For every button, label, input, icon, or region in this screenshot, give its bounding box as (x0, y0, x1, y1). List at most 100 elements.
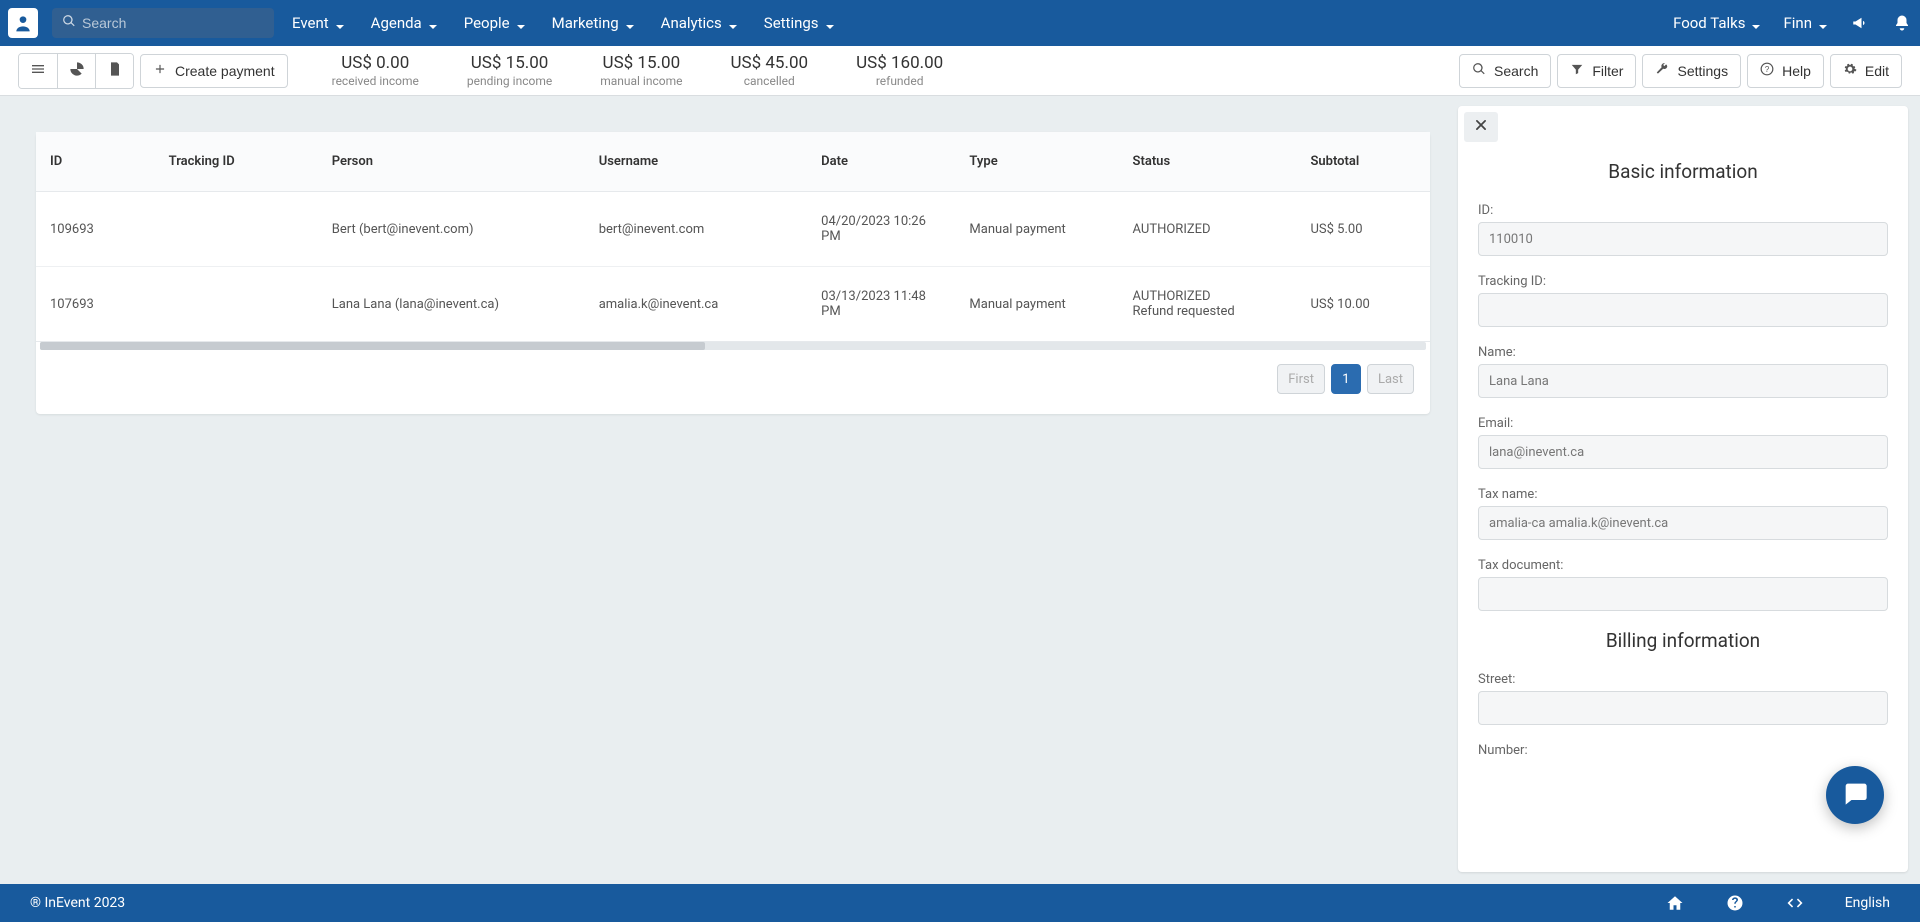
scrollbar-thumb[interactable] (40, 342, 705, 350)
summary-amount: US$ 0.00 (332, 53, 419, 73)
megaphone-icon[interactable] (1850, 13, 1870, 33)
summary-refunded: US$ 160.00 refunded (856, 53, 943, 88)
home-icon[interactable] (1665, 893, 1685, 913)
workspace: ID Tracking ID Person Username Date Type… (0, 96, 1920, 884)
document-icon (107, 61, 123, 81)
chat-icon (1841, 779, 1869, 811)
cell-type: Manual payment (955, 267, 1118, 342)
summary-amount: US$ 45.00 (730, 53, 808, 73)
list-icon (30, 61, 46, 81)
settings-button[interactable]: Settings (1642, 54, 1741, 88)
chat-fab[interactable] (1826, 766, 1884, 824)
org-switcher[interactable]: Food Talks (1673, 14, 1761, 32)
payments-table: ID Tracking ID Person Username Date Type… (36, 132, 1430, 342)
global-search-input[interactable] (82, 15, 264, 31)
field-tracking-id[interactable] (1478, 293, 1888, 327)
page-first-button[interactable]: First (1277, 364, 1325, 394)
cell-type: Manual payment (955, 192, 1118, 267)
chevron-down-icon (516, 18, 526, 28)
nav-item-settings[interactable]: Settings (764, 14, 835, 32)
footer-copyright: ® InEvent 2023 (30, 895, 1665, 911)
field-tax-document[interactable] (1478, 577, 1888, 611)
nav-label: Agenda (371, 14, 422, 32)
search-icon (1472, 62, 1486, 79)
global-search[interactable] (52, 8, 274, 38)
page-last-button[interactable]: Last (1367, 364, 1414, 394)
horizontal-scrollbar[interactable] (40, 342, 1426, 350)
col-subtotal[interactable]: Subtotal (1296, 132, 1430, 192)
nav-right: Food Talks Finn (1673, 13, 1912, 33)
label-tax-name: Tax name: (1478, 487, 1888, 502)
col-person[interactable]: Person (318, 132, 585, 192)
close-panel-button[interactable] (1464, 112, 1498, 142)
nav-item-agenda[interactable]: Agenda (371, 14, 438, 32)
button-label: Settings (1677, 63, 1728, 79)
col-id[interactable]: ID (36, 132, 155, 192)
field-street[interactable] (1478, 691, 1888, 725)
language-selector[interactable]: English (1845, 895, 1890, 911)
cell-subtotal: US$ 10.00 (1296, 267, 1430, 342)
label-email: Email: (1478, 416, 1888, 431)
user-name: Finn (1783, 14, 1812, 32)
section-billing-information: Billing information (1478, 629, 1888, 652)
summary-label: pending income (467, 74, 552, 88)
nav-item-event[interactable]: Event (292, 14, 345, 32)
summary-pending: US$ 15.00 pending income (467, 53, 552, 88)
cell-id: 107693 (36, 267, 155, 342)
search-button[interactable]: Search (1459, 54, 1551, 88)
summary-label: manual income (600, 74, 682, 88)
label-tracking-id: Tracking ID: (1478, 274, 1888, 289)
nav-menu: Event Agenda People Marketing Analytics … (292, 14, 835, 32)
summary-cancelled: US$ 45.00 cancelled (730, 53, 808, 88)
cell-username: amalia.k@inevent.ca (585, 267, 807, 342)
field-id[interactable]: 110010 (1478, 222, 1888, 256)
chevron-down-icon (1818, 18, 1828, 28)
nav-item-analytics[interactable]: Analytics (661, 14, 738, 32)
code-icon[interactable] (1785, 893, 1805, 913)
help-button[interactable]: ? Help (1747, 54, 1824, 88)
create-payment-button[interactable]: Create payment (140, 54, 288, 88)
nav-label: Marketing (552, 14, 619, 32)
filter-button[interactable]: Filter (1557, 54, 1636, 88)
detail-panel: Basic information ID: 110010 Tracking ID… (1458, 106, 1908, 872)
button-label: Search (1494, 63, 1538, 79)
table-row[interactable]: 109693 Bert (bert@inevent.com) bert@inev… (36, 192, 1430, 267)
cell-id: 109693 (36, 192, 155, 267)
col-type[interactable]: Type (955, 132, 1118, 192)
field-email[interactable]: lana@inevent.ca (1478, 435, 1888, 469)
wrench-icon (1655, 62, 1669, 79)
brand-logo[interactable] (8, 8, 38, 38)
label-tax-document: Tax document: (1478, 558, 1888, 573)
user-menu[interactable]: Finn (1783, 14, 1828, 32)
nav-label: Analytics (661, 14, 722, 32)
col-status[interactable]: Status (1119, 132, 1297, 192)
summary-received: US$ 0.00 received income (332, 53, 419, 88)
cell-date: 04/20/2023 10:26 PM (807, 192, 955, 267)
label-number: Number: (1478, 743, 1888, 758)
income-summary: US$ 0.00 received income US$ 15.00 pendi… (332, 53, 944, 88)
col-username[interactable]: Username (585, 132, 807, 192)
table-row[interactable]: 107693 Lana Lana (lana@inevent.ca) amali… (36, 267, 1430, 342)
page-1-button[interactable]: 1 (1331, 364, 1361, 394)
bell-icon[interactable] (1892, 13, 1912, 33)
nav-item-people[interactable]: People (464, 14, 526, 32)
cell-person: Lana Lana (lana@inevent.ca) (318, 267, 585, 342)
summary-amount: US$ 15.00 (600, 53, 682, 73)
view-doc-button[interactable] (95, 54, 133, 88)
help-icon[interactable] (1725, 893, 1745, 913)
cell-subtotal: US$ 5.00 (1296, 192, 1430, 267)
chevron-down-icon (335, 18, 345, 28)
pagination: First 1 Last (36, 350, 1430, 398)
cell-date: 03/13/2023 11:48 PM (807, 267, 955, 342)
field-name[interactable]: Lana Lana (1478, 364, 1888, 398)
view-chart-button[interactable] (57, 54, 95, 88)
view-list-button[interactable] (19, 54, 57, 88)
field-tax-name[interactable]: amalia-ca amalia.k@inevent.ca (1478, 506, 1888, 540)
nav-item-marketing[interactable]: Marketing (552, 14, 635, 32)
toolbar-actions: Search Filter Settings ? Help Edit (1459, 54, 1902, 88)
col-date[interactable]: Date (807, 132, 955, 192)
button-label: Help (1782, 63, 1811, 79)
col-tracking[interactable]: Tracking ID (155, 132, 318, 192)
edit-button[interactable]: Edit (1830, 54, 1902, 88)
cell-status: AUTHORIZED (1119, 192, 1297, 267)
